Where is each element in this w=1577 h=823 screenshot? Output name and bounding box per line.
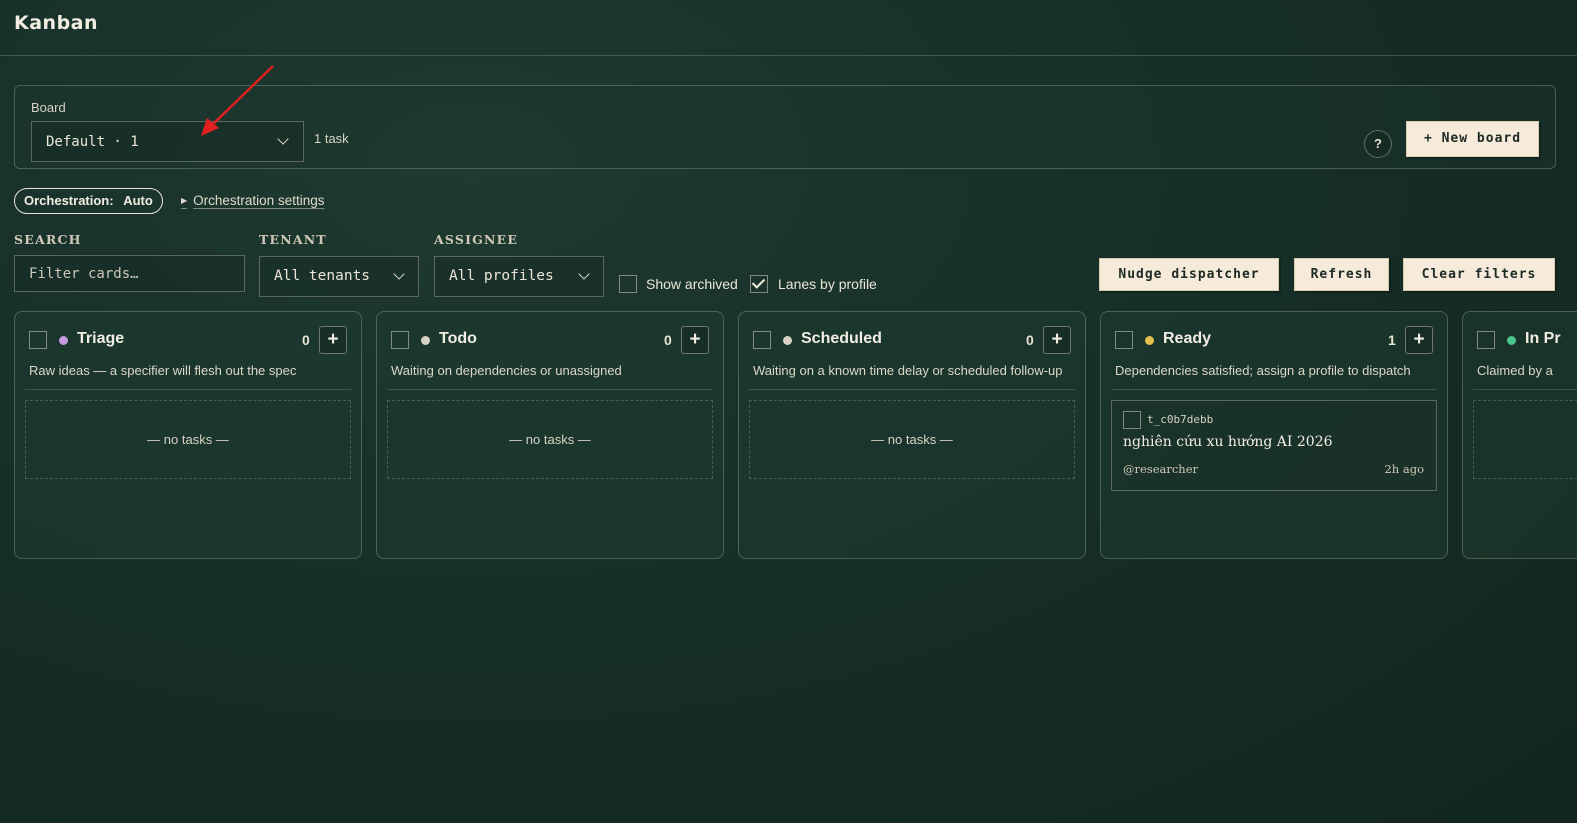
column-divider: [1111, 389, 1437, 390]
column-description: Waiting on a known time delay or schedul…: [753, 363, 1063, 378]
lanes-by-profile-label[interactable]: Lanes by profile: [778, 276, 877, 292]
orchestration-settings-label: Orchestration settings: [193, 193, 325, 208]
empty-state: — no tasks —: [387, 400, 713, 479]
nudge-dispatcher-button[interactable]: Nudge dispatcher: [1099, 258, 1279, 291]
assignee-select[interactable]: All profiles: [434, 256, 604, 297]
assignee-select-value: All profiles: [449, 268, 554, 284]
column-ready: Ready 1 + Dependencies satisfied; assign…: [1100, 311, 1448, 559]
column-description: Claimed by a: [1477, 363, 1553, 378]
clear-filters-button[interactable]: Clear filters: [1403, 258, 1555, 291]
task-assignee: @researcher: [1123, 462, 1199, 476]
orchestration-pill-label: Orchestration:: [24, 193, 114, 208]
task-timestamp: 2h ago: [1384, 462, 1424, 476]
task-card[interactable]: t_c0b7debb nghiên cứu xu hướng AI 2026 @…: [1111, 400, 1437, 491]
status-dot: [1145, 336, 1154, 345]
tenant-label: TENANT: [259, 232, 327, 247]
column-select-checkbox[interactable]: [1115, 331, 1133, 349]
task-id: t_c0b7debb: [1147, 413, 1214, 426]
triangle-right-icon: ▶: [181, 196, 188, 205]
add-task-button[interactable]: +: [1405, 326, 1433, 354]
add-task-button[interactable]: +: [1043, 326, 1071, 354]
column-in-progress: In Pr Claimed by a: [1462, 311, 1577, 559]
column-triage: Triage 0 + Raw ideas — a specifier will …: [14, 311, 362, 559]
lanes-by-profile-checkbox[interactable]: [750, 275, 768, 293]
column-title: Ready: [1163, 330, 1212, 347]
empty-state: [1473, 400, 1577, 479]
board-label: Board: [31, 100, 66, 115]
board-select-value: Default · 1: [46, 134, 139, 150]
empty-state: — no tasks —: [749, 400, 1075, 479]
column-description: Dependencies satisfied; assign a profile…: [1115, 363, 1411, 378]
orchestration-pill-value: Auto: [123, 193, 153, 208]
refresh-button[interactable]: Refresh: [1294, 258, 1389, 291]
help-button[interactable]: ?: [1364, 130, 1392, 158]
chevron-down-icon: [578, 268, 590, 280]
column-title: Scheduled: [801, 330, 882, 347]
column-title: Todo: [439, 330, 477, 347]
top-bar: Kanban: [0, 0, 1577, 56]
task-select-checkbox[interactable]: [1123, 411, 1141, 429]
new-board-button[interactable]: + New board: [1406, 121, 1539, 157]
task-title: nghiên cứu xu hướng AI 2026: [1123, 434, 1333, 450]
column-description: Raw ideas — a specifier will flesh out t…: [29, 363, 297, 378]
orchestration-settings-link[interactable]: ▶ Orchestration settings: [181, 193, 324, 208]
column-select-checkbox[interactable]: [753, 331, 771, 349]
orchestration-pill[interactable]: Orchestration: Auto: [14, 188, 163, 214]
column-count: 0: [664, 332, 672, 348]
app-title: Kanban: [14, 12, 99, 34]
column-description: Waiting on dependencies or unassigned: [391, 363, 622, 378]
add-task-button[interactable]: +: [319, 326, 347, 354]
column-divider: [387, 389, 713, 390]
column-scheduled: Scheduled 0 + Waiting on a known time de…: [738, 311, 1086, 559]
tenant-select-value: All tenants: [274, 268, 371, 284]
add-task-button[interactable]: +: [681, 326, 709, 354]
column-title: In Pr: [1525, 330, 1561, 347]
annotation-arrow-icon: [201, 65, 274, 136]
column-count: 1: [1388, 332, 1396, 348]
column-divider: [749, 389, 1075, 390]
status-dot: [783, 336, 792, 345]
chevron-down-icon: [393, 268, 405, 280]
column-select-checkbox[interactable]: [29, 331, 47, 349]
search-input[interactable]: [14, 255, 245, 292]
column-divider: [25, 389, 351, 390]
column-todo: Todo 0 + Waiting on dependencies or unas…: [376, 311, 724, 559]
empty-state: — no tasks —: [25, 400, 351, 479]
column-divider: [1473, 389, 1577, 390]
search-label: SEARCH: [14, 232, 82, 247]
column-select-checkbox[interactable]: [391, 331, 409, 349]
tenant-select[interactable]: All tenants: [259, 256, 419, 297]
assignee-label: ASSIGNEE: [434, 232, 519, 247]
column-select-checkbox[interactable]: [1477, 331, 1495, 349]
show-archived-label[interactable]: Show archived: [646, 276, 738, 292]
column-count: 0: [1026, 332, 1034, 348]
status-dot: [421, 336, 430, 345]
column-title: Triage: [77, 330, 125, 347]
board-task-count: 1 task: [314, 131, 349, 146]
status-dot: [1507, 336, 1516, 345]
show-archived-checkbox[interactable]: [619, 275, 637, 293]
status-dot: [59, 336, 68, 345]
column-count: 0: [302, 332, 310, 348]
